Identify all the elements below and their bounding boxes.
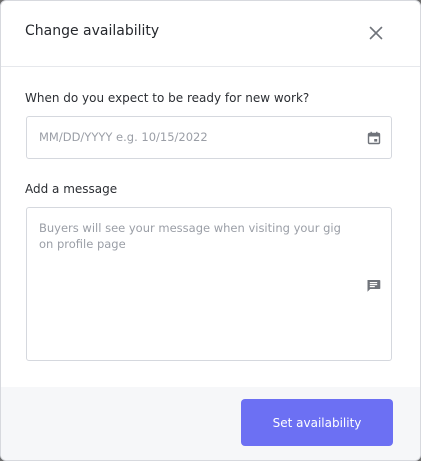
change-availability-dialog: Change availability When do you expect t… bbox=[0, 0, 421, 461]
dialog-footer: Set availability bbox=[1, 387, 420, 460]
dialog-header: Change availability bbox=[1, 1, 420, 67]
dialog-title: Change availability bbox=[25, 23, 160, 39]
date-field[interactable] bbox=[26, 116, 392, 159]
close-icon bbox=[369, 26, 383, 40]
date-input[interactable] bbox=[39, 130, 349, 144]
message-field[interactable] bbox=[26, 207, 392, 361]
message-textarea[interactable] bbox=[39, 220, 357, 346]
calendar-icon[interactable] bbox=[367, 131, 381, 145]
message-field-label: Add a message bbox=[25, 182, 118, 196]
close-button[interactable] bbox=[365, 22, 387, 44]
message-icon bbox=[367, 280, 381, 292]
date-field-label: When do you expect to be ready for new w… bbox=[25, 91, 310, 105]
set-availability-button[interactable]: Set availability bbox=[241, 399, 393, 446]
